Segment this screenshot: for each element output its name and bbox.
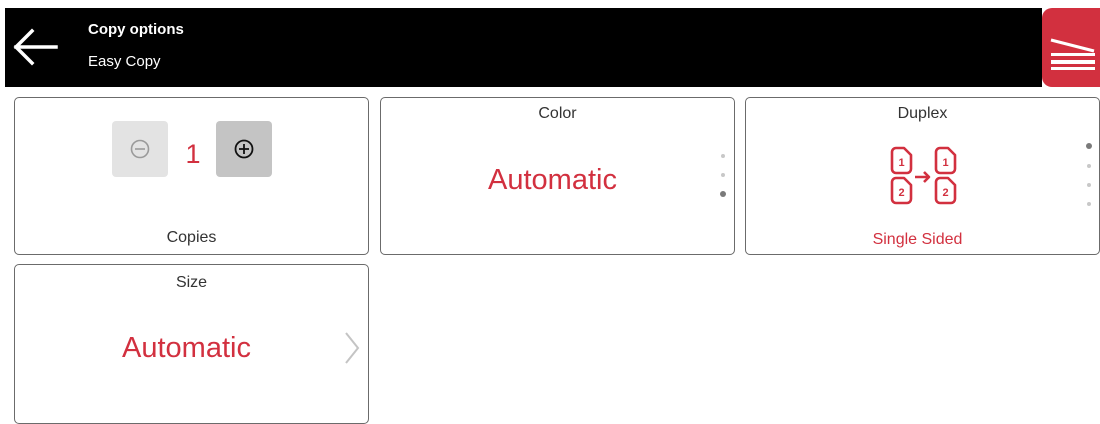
scan-button[interactable] — [1042, 8, 1100, 87]
copies-count: 1 — [185, 139, 201, 169]
color-value: Automatic — [488, 164, 617, 196]
size-value: Automatic — [122, 332, 251, 364]
duplex-option-dot — [1087, 202, 1091, 206]
page-subtitle: Easy Copy — [88, 53, 161, 70]
header-bar: Copy options Easy Copy — [0, 0, 1100, 88]
decrease-copies-button[interactable] — [112, 121, 168, 177]
page-title: Copy options — [88, 21, 184, 38]
back-button[interactable] — [12, 27, 60, 67]
plus-circle-icon — [234, 139, 254, 159]
color-option-dot — [721, 154, 725, 158]
duplex-page-number: 2 — [942, 187, 948, 199]
minus-circle-icon — [130, 139, 150, 159]
duplex-value: Single Sided — [872, 231, 963, 248]
arrow-left-icon — [13, 28, 58, 66]
scanner-icon — [1050, 38, 1095, 70]
duplex-option-dot — [1087, 164, 1091, 168]
color-tile[interactable]: Color Automatic — [380, 97, 735, 255]
duplex-label: Duplex — [897, 105, 948, 122]
duplex-page-number: 2 — [898, 187, 904, 199]
duplex-pages-icon: 1 1 2 2 — [890, 146, 957, 205]
color-option-dot-active — [720, 191, 726, 197]
duplex-tile[interactable]: Duplex 1 1 2 2 Single Sided — [745, 97, 1100, 255]
increase-copies-button[interactable] — [216, 121, 272, 177]
copies-label: Copies — [166, 229, 217, 246]
copies-tile: 1 Copies — [14, 97, 369, 255]
color-label: Color — [538, 105, 577, 122]
duplex-page-number: 1 — [942, 157, 948, 169]
duplex-option-dot-active — [1086, 143, 1092, 149]
color-option-dot — [721, 173, 725, 177]
header-background — [5, 8, 1042, 87]
chevron-right-icon — [345, 332, 360, 364]
size-label: Size — [175, 274, 208, 291]
size-tile[interactable]: Size Automatic — [14, 264, 369, 424]
duplex-page-number: 1 — [898, 157, 904, 169]
duplex-option-dot — [1087, 183, 1091, 187]
